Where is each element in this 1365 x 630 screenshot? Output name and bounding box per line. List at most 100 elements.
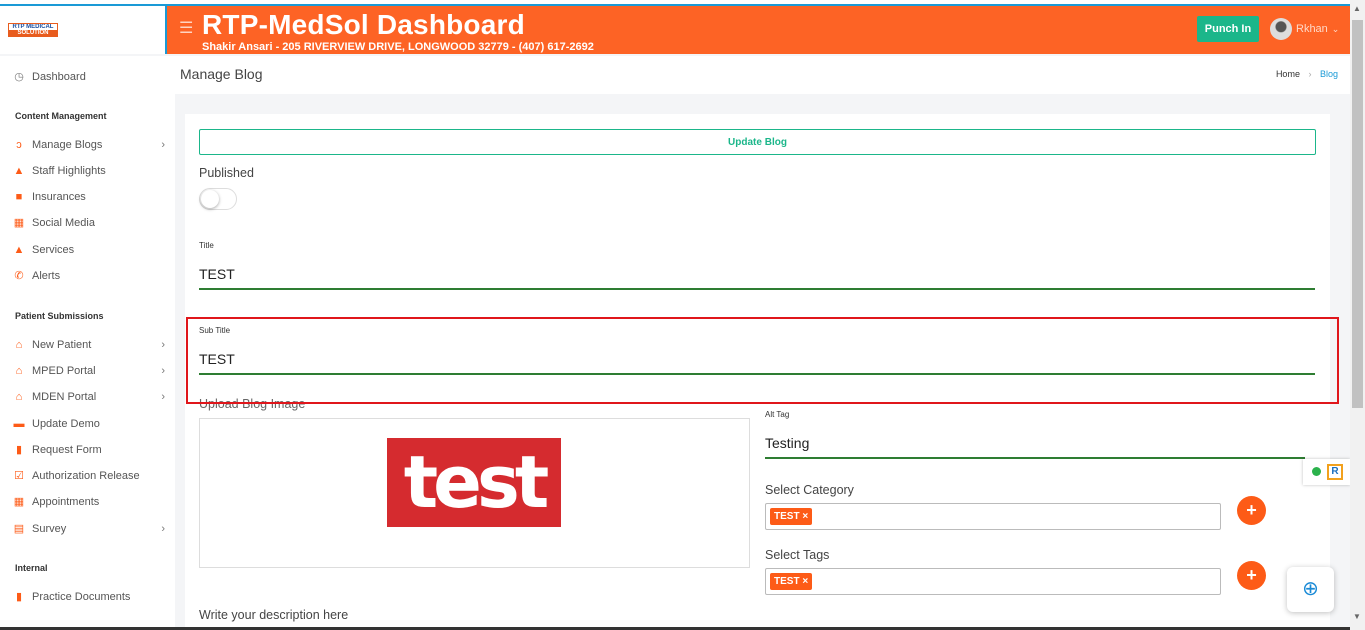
chevron-right-icon: › (161, 139, 165, 151)
share-icon: ▦ (13, 217, 25, 229)
subtitle-highlight-frame (186, 317, 1339, 404)
menu-icon[interactable]: ☰ (179, 18, 193, 38)
bell-service-icon: ▲ (13, 244, 25, 256)
chart-icon: ▤ (13, 523, 25, 535)
r-logo-icon: R (1327, 464, 1343, 480)
published-toggle[interactable] (199, 188, 237, 210)
breadcrumb-current: Blog (1319, 69, 1338, 79)
breadcrumb-separator-icon: › (1308, 69, 1312, 79)
chevron-right-icon: › (161, 365, 165, 377)
sidebar-item-label: Dashboard (32, 71, 86, 83)
sidebar-item-authorization-release[interactable]: ☑ Authorization Release (13, 470, 165, 482)
sidebar-item-dashboard[interactable]: ◷ Dashboard (13, 71, 165, 83)
sidebar-item-survey[interactable]: ▤ Survey › (13, 523, 165, 535)
alt-tag-input[interactable]: Testing (765, 435, 809, 451)
user-menu[interactable]: Rkhan ⌄ (1270, 18, 1339, 40)
chevron-right-icon: › (161, 339, 165, 351)
blog-image-preview: test (387, 438, 561, 527)
sidebar-item-label: New Patient (32, 339, 92, 351)
sidebar-item-practice-documents[interactable]: ▮ Practice Documents (13, 591, 165, 603)
add-category-button[interactable]: + (1237, 496, 1266, 525)
app-title: RTP-MedSol Dashboard (202, 9, 525, 40)
sidebar-item-alerts[interactable]: ✆ Alerts (13, 270, 165, 282)
gauge-icon: ◷ (14, 71, 24, 83)
sidebar-section-internal: Internal (15, 563, 48, 573)
check-square-icon: ☑ (14, 470, 24, 482)
clipboard-icon: ▮ (15, 591, 23, 603)
sidebar-item-label: Staff Highlights (32, 165, 106, 177)
toggle-knob (201, 190, 219, 208)
breadcrumb: Home › Blog (1276, 69, 1338, 79)
sidebar-item-label: Authorization Release (32, 470, 140, 482)
calendar-icon: ▦ (13, 496, 25, 508)
tag-chip[interactable]: TEST × (770, 573, 813, 590)
sidebar-item-social-media[interactable]: ▦ Social Media (13, 217, 165, 229)
sidebar-item-label: Update Demo (32, 418, 100, 430)
sidebar-item-label: MDEN Portal (32, 391, 97, 403)
update-blog-button[interactable]: Update Blog (199, 129, 1316, 155)
scroll-thumb[interactable] (1352, 20, 1363, 408)
phone-icon: ✆ (14, 270, 24, 282)
status-widget[interactable]: R (1303, 459, 1350, 485)
sidebar-item-label: Survey (32, 523, 67, 535)
title-input[interactable]: TEST (199, 266, 235, 282)
description-label: Write your description here (199, 608, 349, 622)
logo-text-bottom: SOLUTION (9, 30, 57, 36)
chevron-right-icon: › (161, 391, 165, 403)
chevron-down-icon: ⌄ (1331, 23, 1340, 34)
tags-label: Select Tags (765, 548, 830, 562)
person-icon: ▲ (13, 165, 25, 177)
sidebar-item-insurances[interactable]: ■ Insurances (13, 191, 165, 203)
tags-select[interactable]: TEST × (765, 568, 1221, 595)
sidebar-item-new-patient[interactable]: ⌂ New Patient › (13, 339, 165, 351)
sidebar-item-staff-highlights[interactable]: ▲ Staff Highlights (13, 165, 165, 177)
home-icon: ⌂ (15, 391, 23, 403)
hospital-icon: ■ (15, 191, 23, 203)
sidebar-item-label: Request Form (32, 444, 102, 456)
sidebar-item-label: Appointments (32, 496, 100, 508)
scroll-down-icon[interactable]: ▼ (1353, 612, 1361, 621)
sidebar-item-request-form[interactable]: ▮ Request Form (13, 444, 165, 456)
home-icon: ⌂ (15, 365, 23, 377)
top-header: ☰ RTP-MedSol Dashboard Shakir Ansari - 2… (165, 4, 1350, 54)
sidebar-item-mped-portal[interactable]: ⌂ MPED Portal › (13, 365, 165, 377)
alt-tag-label: Alt Tag (765, 410, 790, 419)
sidebar-item-manage-blogs[interactable]: ↄ Manage Blogs › (13, 139, 165, 151)
add-tag-button[interactable]: + (1237, 561, 1266, 590)
chevron-right-icon: › (161, 523, 165, 535)
punch-in-button[interactable]: Punch In (1197, 16, 1259, 42)
sidebar-item-label: Manage Blogs (32, 139, 103, 151)
published-label: Published (199, 166, 254, 180)
blog-icon: ↄ (16, 139, 22, 151)
brand-logo-area[interactable]: RTP MEDICAL SOLUTION (0, 4, 165, 54)
page-title: Manage Blog (180, 66, 263, 82)
alt-tag-underline (765, 457, 1305, 459)
help-lifebuoy-icon[interactable]: ⊕ (1287, 567, 1334, 612)
category-label: Select Category (765, 483, 854, 497)
image-upload-dropzone[interactable]: test (199, 418, 750, 568)
scroll-up-icon[interactable]: ▲ (1353, 4, 1361, 13)
practice-info: Shakir Ansari - 205 RIVERVIEW DRIVE, LON… (202, 41, 594, 53)
breadcrumb-home[interactable]: Home (1276, 69, 1300, 79)
page-header: Manage Blog Home › Blog (175, 56, 1350, 94)
sidebar-section-patient: Patient Submissions (15, 311, 104, 321)
sidebar-item-label: MPED Portal (32, 365, 96, 377)
title-underline (199, 288, 1315, 290)
online-status-icon (1312, 467, 1321, 476)
brand-logo[interactable]: RTP MEDICAL SOLUTION (8, 23, 58, 37)
sidebar-item-update-demo[interactable]: ▬ Update Demo (13, 418, 165, 430)
category-select[interactable]: TEST × (765, 503, 1221, 530)
id-card-icon: ▬ (13, 418, 25, 430)
document-icon: ▮ (15, 444, 23, 456)
sidebar: ◷ Dashboard Content Management ↄ Manage … (0, 56, 175, 630)
sidebar-item-services[interactable]: ▲ Services (13, 244, 165, 256)
sidebar-item-label: Alerts (32, 270, 61, 282)
category-chip[interactable]: TEST × (770, 508, 813, 525)
avatar (1270, 18, 1292, 40)
title-label: Title (199, 241, 214, 250)
sidebar-section-content: Content Management (15, 111, 107, 121)
sidebar-item-mden-portal[interactable]: ⌂ MDEN Portal › (13, 391, 165, 403)
sidebar-item-appointments[interactable]: ▦ Appointments (13, 496, 165, 508)
page-scrollbar[interactable]: ▲ ▼ (1350, 0, 1365, 630)
sidebar-item-label: Practice Documents (32, 591, 131, 603)
